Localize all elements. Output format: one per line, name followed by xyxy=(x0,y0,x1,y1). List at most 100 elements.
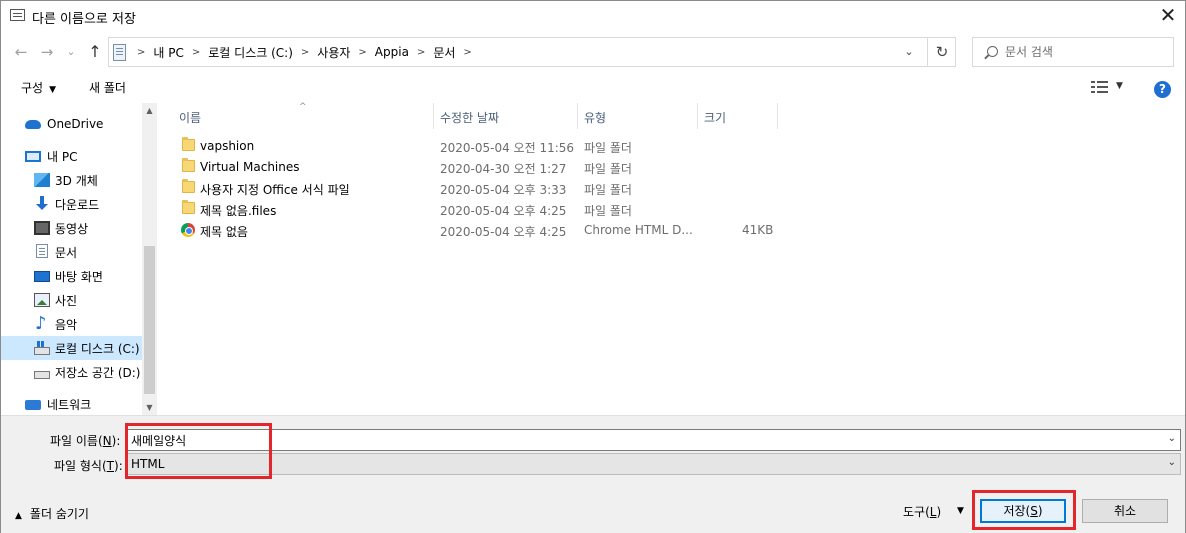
breadcrumb-separator[interactable]: > xyxy=(358,47,366,58)
file-type: Chrome HTML D... xyxy=(584,223,693,237)
chevron-down-icon[interactable]: ⌄ xyxy=(1168,457,1176,468)
sidebar-item-label: 문서 xyxy=(55,245,78,260)
file-type: 파일 폴더 xyxy=(584,162,632,176)
search-icon xyxy=(987,46,998,57)
forward-arrow-icon[interactable]: → xyxy=(37,41,57,63)
hide-folders-button[interactable]: ▲ 폴더 숨기기 xyxy=(15,505,89,522)
breadcrumb-separator[interactable]: > xyxy=(301,47,309,58)
3d-objects-icon xyxy=(34,173,50,187)
file-name: 사용자 지정 Office 서식 파일 xyxy=(200,183,350,197)
view-options-caret-icon[interactable]: ▼ xyxy=(1116,81,1123,91)
address-bar[interactable]: > 내 PC > 로컬 디스크 (C:) > 사용자 > Appia > 문서 … xyxy=(108,37,956,67)
tools-caret-down-icon[interactable]: ▼ xyxy=(957,506,964,516)
breadcrumb-item-appia[interactable]: Appia xyxy=(375,45,409,59)
sidebar-item-downloads[interactable]: 다운로드 xyxy=(1,192,142,216)
breadcrumb-item-documents[interactable]: 문서 xyxy=(433,44,455,61)
column-divider[interactable] xyxy=(433,103,434,129)
recent-locations-chevron-icon[interactable]: ⌄ xyxy=(61,41,81,63)
file-row[interactable]: 제목 없음.files 2020-05-04 오후 4:25 파일 폴더 xyxy=(160,199,780,220)
search-input[interactable] xyxy=(1005,43,1165,61)
file-size: 41KB xyxy=(742,223,774,237)
chevron-down-icon[interactable]: ⌄ xyxy=(1168,433,1176,444)
file-row[interactable]: Virtual Machines 2020-04-30 오전 1:27 파일 폴… xyxy=(160,157,780,178)
sidebar-item-label: 로컬 디스크 (C:) xyxy=(55,341,140,356)
breadcrumb-item-my-pc[interactable]: 내 PC xyxy=(153,44,183,61)
file-row[interactable]: 제목 없음 2020-05-04 오후 4:25 Chrome HTML D..… xyxy=(160,220,780,241)
file-type: 파일 폴더 xyxy=(584,183,632,197)
close-button[interactable]: ✕ xyxy=(1151,1,1185,31)
sidebar-item-label: 3D 개체 xyxy=(55,173,98,188)
column-divider[interactable] xyxy=(577,103,578,129)
file-name: vapshion xyxy=(200,139,255,153)
sidebar-item-videos[interactable]: 동영상 xyxy=(1,216,142,240)
organize-button[interactable]: 구성 ▼ xyxy=(21,79,56,96)
sidebar-item-documents[interactable]: 문서 xyxy=(1,240,142,264)
breadcrumb-separator[interactable]: > xyxy=(463,47,471,58)
location-icon xyxy=(113,44,126,61)
search-box[interactable] xyxy=(972,37,1174,67)
file-row[interactable]: vapshion 2020-05-04 오전 11:56 파일 폴더 xyxy=(160,136,780,157)
view-options-icon[interactable] xyxy=(1091,81,1109,93)
chrome-icon xyxy=(181,223,195,237)
file-date-modified: 2020-05-04 오후 4:25 xyxy=(440,204,567,218)
sidebar-item-network[interactable]: 네트워크 xyxy=(1,392,142,415)
column-header-name[interactable]: 이름 xyxy=(179,103,201,129)
picture-icon xyxy=(34,293,50,307)
file-name: 제목 없음 xyxy=(200,225,248,239)
sidebar-item-local-disk-c[interactable]: 로컬 디스크 (C:) xyxy=(1,336,142,360)
address-history-chevron-icon[interactable]: ⌄ xyxy=(899,43,919,61)
tools-label-end: ) xyxy=(936,505,942,519)
sidebar-item-music[interactable]: 음악 xyxy=(1,312,142,336)
sidebar-item-my-pc[interactable]: 내 PC xyxy=(1,144,142,168)
column-divider[interactable] xyxy=(697,103,698,129)
refresh-icon[interactable]: ↻ xyxy=(927,38,956,66)
save-access-key: S xyxy=(1030,504,1038,518)
back-arrow-icon[interactable]: ← xyxy=(11,41,31,63)
folder-icon xyxy=(182,137,195,151)
video-icon xyxy=(34,221,50,235)
network-icon xyxy=(25,400,41,410)
navigation-pane-scrollbar[interactable]: ▲ ▼ xyxy=(142,103,157,415)
filetype-select[interactable]: HTML ⌄ xyxy=(126,453,1181,475)
breadcrumb-separator[interactable]: > xyxy=(417,47,425,58)
new-folder-button[interactable]: 새 폴더 xyxy=(89,79,126,96)
scroll-up-arrow-icon[interactable]: ▲ xyxy=(142,103,157,118)
filename-label-end: ): xyxy=(111,434,121,448)
pc-icon xyxy=(25,151,41,162)
tools-button[interactable]: 도구(L) xyxy=(903,503,941,520)
cancel-button[interactable]: 취소 xyxy=(1082,499,1168,523)
column-header-type[interactable]: 유형 xyxy=(584,103,606,129)
caret-down-icon: ▼ xyxy=(49,85,57,95)
filename-combobox[interactable]: ⌄ xyxy=(126,429,1181,451)
scrollbar-thumb[interactable] xyxy=(144,246,155,394)
save-options-panel: 파일 이름(N): ⌄ 파일 형식(T): HTML ⌄ ▲ 폴더 숨기기 도구(… xyxy=(1,415,1185,533)
file-date-modified: 2020-04-30 오전 1:27 xyxy=(440,162,567,176)
save-as-dialog: 다른 이름으로 저장 ✕ ← → ⌄ ↑ > 내 PC > 로컬 디스크 (C:… xyxy=(0,0,1186,533)
column-header-size[interactable]: 크기 xyxy=(704,103,726,129)
desktop-icon xyxy=(34,271,50,282)
sidebar-item-label: 저장소 공간 (D:) xyxy=(55,365,141,380)
navigation-pane: OneDrive 내 PC 3D 개체 다운로드 동영상 문서 바탕 화면 사진… xyxy=(1,103,157,415)
sidebar-item-pictures[interactable]: 사진 xyxy=(1,288,142,312)
sidebar-item-label: OneDrive xyxy=(47,117,104,131)
help-icon[interactable]: ? xyxy=(1154,81,1171,98)
file-row[interactable]: 사용자 지정 Office 서식 파일 2020-05-04 오후 3:33 파… xyxy=(160,178,780,199)
sidebar-item-3d-objects[interactable]: 3D 개체 xyxy=(1,168,142,192)
column-header-date-modified[interactable]: 수정한 날짜 xyxy=(440,103,499,129)
hide-folders-label: 폴더 숨기기 xyxy=(29,507,89,521)
save-label: 저장( xyxy=(1003,504,1031,518)
filename-input[interactable] xyxy=(131,432,1151,448)
sidebar-item-onedrive[interactable]: OneDrive xyxy=(1,112,142,136)
save-button[interactable]: 저장(S) xyxy=(980,499,1066,523)
command-toolbar: 구성 ▼ 새 폴더 ▼ xyxy=(1,73,1185,101)
column-divider[interactable] xyxy=(777,103,778,129)
scroll-down-arrow-icon[interactable]: ▼ xyxy=(142,400,157,415)
up-arrow-icon[interactable]: ↑ xyxy=(85,41,105,63)
sidebar-item-storage-d[interactable]: 저장소 공간 (D:) xyxy=(1,360,142,384)
sort-ascending-icon: ^ xyxy=(299,102,307,112)
breadcrumb-item-local-disk[interactable]: 로컬 디스크 (C:) xyxy=(208,44,293,61)
sidebar-item-desktop[interactable]: 바탕 화면 xyxy=(1,264,142,288)
tools-label: 도구( xyxy=(903,505,930,519)
breadcrumb-separator[interactable]: > xyxy=(192,47,200,58)
breadcrumb-item-users[interactable]: 사용자 xyxy=(317,44,350,61)
